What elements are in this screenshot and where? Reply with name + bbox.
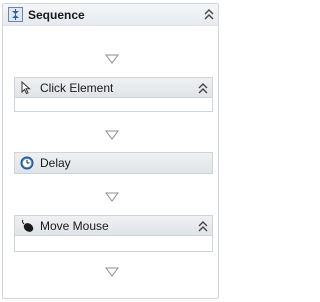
drop-target-arrow-icon[interactable] — [105, 267, 119, 277]
double-chevron-up-icon[interactable] — [196, 220, 210, 233]
activity-title: Delay — [40, 156, 71, 170]
activity-click-element[interactable]: Click Element — [14, 77, 213, 112]
double-chevron-up-icon[interactable] — [202, 8, 216, 21]
clock-icon — [20, 156, 34, 170]
sequence-title: Sequence — [28, 8, 85, 22]
activity-title: Move Mouse — [40, 219, 109, 233]
drop-target-arrow-icon[interactable] — [105, 54, 119, 64]
sequence-icon — [8, 7, 23, 22]
drop-target-arrow-icon[interactable] — [105, 192, 119, 202]
drop-target-arrow-icon[interactable] — [105, 130, 119, 140]
mouse-icon — [21, 219, 34, 232]
sequence-container[interactable]: Sequence Click Element Delay Move Mouse — [2, 3, 219, 299]
activity-header[interactable]: Click Element — [15, 78, 212, 98]
activity-header[interactable]: Move Mouse — [15, 216, 212, 236]
double-chevron-up-icon[interactable] — [196, 82, 210, 95]
sequence-header[interactable]: Sequence — [3, 4, 218, 26]
activity-title: Click Element — [40, 81, 114, 95]
activity-delay[interactable]: Delay — [14, 152, 213, 174]
activity-move-mouse[interactable]: Move Mouse — [14, 215, 213, 252]
cursor-icon — [21, 81, 31, 95]
activity-header[interactable]: Delay — [15, 153, 212, 173]
